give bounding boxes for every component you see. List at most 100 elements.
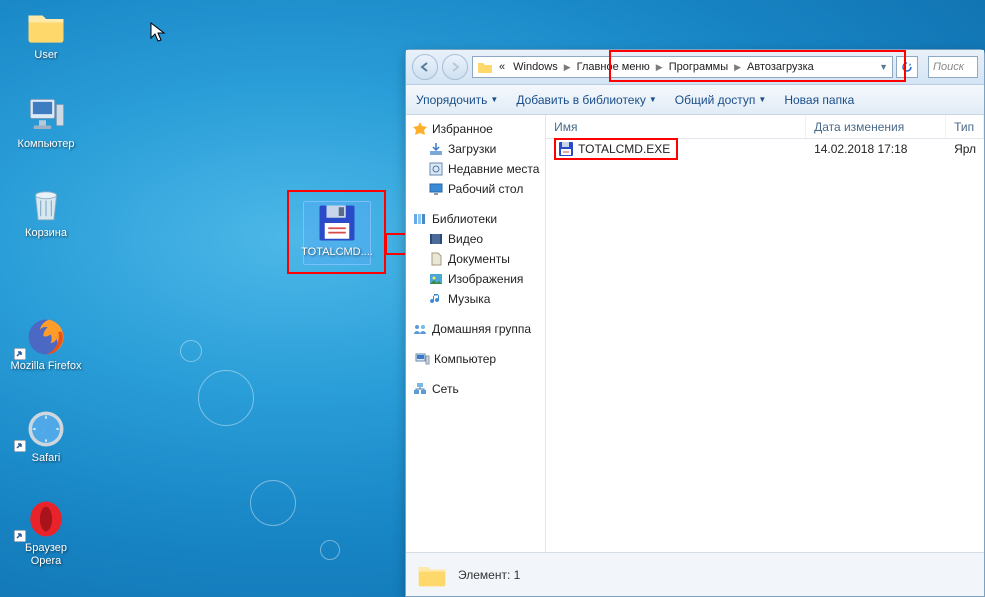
documents-icon [428, 251, 444, 267]
search-placeholder: Поиск [933, 61, 964, 73]
desktop-icon-label: Компьютер [18, 138, 75, 151]
nav-label: Музыка [448, 292, 490, 306]
breadcrumb-prefix: « [495, 61, 509, 73]
star-icon [412, 121, 428, 137]
column-name[interactable]: Имя [546, 115, 806, 138]
firefox-icon [25, 316, 67, 358]
chevron-down-icon: ▼ [490, 95, 498, 104]
column-type[interactable]: Тип [946, 115, 984, 138]
chevron-down-icon: ▼ [758, 95, 766, 104]
search-input[interactable]: Поиск [928, 56, 978, 78]
video-icon [428, 231, 444, 247]
desktop-icon-label: Браузер Opera [9, 542, 83, 568]
file-type: Ярл [954, 142, 976, 156]
toolbar-add-library[interactable]: Добавить в библиотеку▼ [516, 93, 656, 107]
libraries-icon [412, 211, 428, 227]
opera-icon [25, 498, 67, 540]
nav-network[interactable]: Сеть [406, 379, 545, 399]
shortcut-overlay-icon [14, 348, 26, 360]
explorer-content: Избранное Загрузки Недавние места Рабочи… [406, 115, 984, 552]
desktop-icon-totalcmd[interactable]: TOTALCMD.... [299, 202, 375, 259]
desktop-icon-computer[interactable]: Компьютер [8, 94, 84, 151]
nav-label: Недавние места [448, 162, 539, 176]
nav-forward-button[interactable] [442, 54, 468, 80]
computer-icon [25, 94, 67, 136]
toolbar-share[interactable]: Общий доступ▼ [675, 93, 767, 107]
toolbar-label: Новая папка [784, 93, 854, 107]
toolbar-organize[interactable]: Упорядочить▼ [416, 93, 498, 107]
nav-music[interactable]: Музыка [406, 289, 545, 309]
folder-small-icon [477, 59, 493, 75]
column-label: Имя [554, 120, 577, 134]
floppy-small-icon [558, 141, 574, 157]
desktop-icon-opera[interactable]: Браузер Opera [8, 498, 84, 568]
address-bar[interactable]: « Windows ▶ Главное меню ▶ Программы ▶ А… [472, 56, 893, 78]
nav-libraries-head[interactable]: Библиотеки [406, 209, 545, 229]
nav-label: Изображения [448, 272, 523, 286]
nav-desktop[interactable]: Рабочий стол [406, 179, 545, 199]
toolbar-label: Общий доступ [675, 93, 756, 107]
homegroup-icon [412, 321, 428, 337]
desktop-icon-recycle[interactable]: Корзина [8, 183, 84, 240]
pictures-icon [428, 271, 444, 287]
nav-pane: Избранное Загрузки Недавние места Рабочи… [406, 115, 546, 552]
annotation-highlight-breadcrumb [609, 50, 906, 82]
statusbar-count: 1 [514, 568, 521, 582]
nav-computer[interactable]: Компьютер [408, 349, 543, 369]
file-modified: 14.02.2018 17:18 [814, 142, 907, 156]
recent-icon [428, 161, 444, 177]
cursor-icon [150, 22, 166, 44]
safari-icon [25, 408, 67, 450]
nav-label: Компьютер [434, 352, 496, 366]
nav-recent[interactable]: Недавние места [406, 159, 545, 179]
statusbar-label: Элемент: [458, 568, 510, 582]
desktop-icon-firefox[interactable]: Mozilla Firefox [8, 316, 84, 373]
toolbar-label: Упорядочить [416, 93, 487, 107]
nav-downloads[interactable]: Загрузки [406, 139, 545, 159]
explorer-titlebar: « Windows ▶ Главное меню ▶ Программы ▶ А… [406, 50, 984, 85]
floppy-icon [316, 202, 358, 244]
chevron-right-icon: ▶ [562, 62, 573, 73]
desktop-icon-label: Корзина [25, 227, 67, 240]
file-pane: Имя Дата изменения Тип TOTALCMD.EXE 14.0… [546, 115, 984, 552]
arrow-right-icon [449, 61, 461, 73]
nav-label: Сеть [432, 382, 459, 396]
nav-homegroup[interactable]: Домашняя группа [406, 319, 545, 339]
nav-documents[interactable]: Документы [406, 249, 545, 269]
desktop-icon-user[interactable]: User [8, 5, 84, 62]
desktop-icon-label: User [34, 49, 57, 62]
nav-back-button[interactable] [412, 54, 438, 80]
nav-videos[interactable]: Видео [406, 229, 545, 249]
column-headers: Имя Дата изменения Тип [546, 115, 984, 139]
desktop-icon-label: Mozilla Firefox [11, 360, 82, 373]
nav-label: Домашняя группа [432, 322, 531, 336]
nav-label: Рабочий стол [448, 182, 523, 196]
file-name: TOTALCMD.EXE [578, 142, 670, 156]
shortcut-overlay-icon [14, 440, 26, 452]
column-modified[interactable]: Дата изменения [806, 115, 946, 138]
file-list: TOTALCMD.EXE 14.02.2018 17:18 Ярл [546, 139, 984, 552]
nav-label: Документы [448, 252, 510, 266]
annotation-highlight-file: TOTALCMD.EXE [554, 138, 678, 160]
desktop-icon [428, 181, 444, 197]
shortcut-overlay-icon [14, 530, 26, 542]
music-icon [428, 291, 444, 307]
column-label: Тип [954, 120, 974, 134]
nav-favorites-head[interactable]: Избранное [406, 119, 545, 139]
desktop-icon-safari[interactable]: Safari [8, 408, 84, 465]
nav-label: Библиотеки [432, 212, 497, 226]
column-label: Дата изменения [814, 120, 904, 134]
recycle-bin-icon [25, 183, 67, 225]
bubble-decor [198, 370, 254, 426]
file-row[interactable]: TOTALCMD.EXE 14.02.2018 17:18 Ярл [546, 139, 984, 159]
computer-small-icon [414, 351, 430, 367]
explorer-window: « Windows ▶ Главное меню ▶ Программы ▶ А… [405, 49, 985, 597]
nav-pictures[interactable]: Изображения [406, 269, 545, 289]
statusbar-text: Элемент: 1 [458, 568, 520, 582]
bubble-decor [250, 480, 296, 526]
breadcrumb-item[interactable]: Windows [509, 61, 562, 73]
statusbar: Элемент: 1 [406, 552, 984, 596]
toolbar-new-folder[interactable]: Новая папка [784, 93, 854, 107]
nav-label: Видео [448, 232, 483, 246]
network-icon [412, 381, 428, 397]
